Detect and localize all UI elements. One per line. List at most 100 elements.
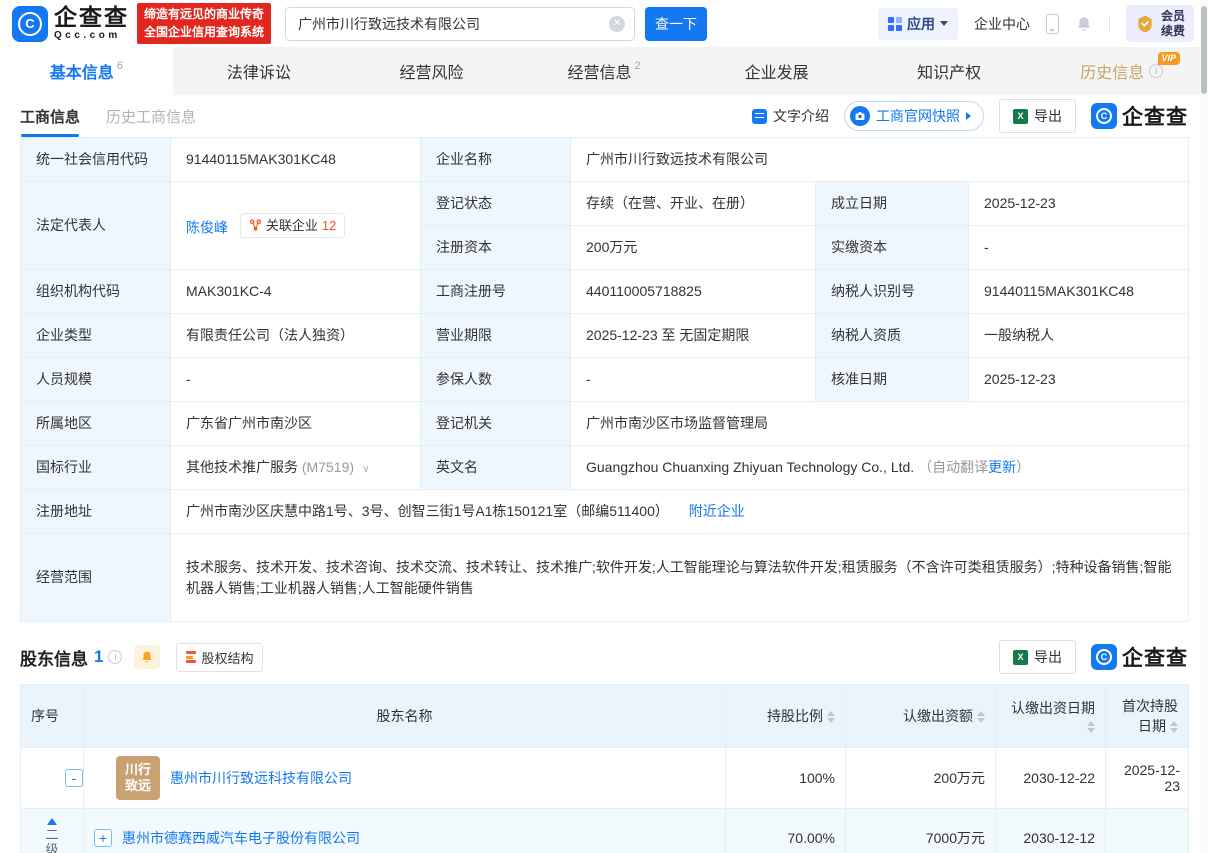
establish-date-label: 成立日期 xyxy=(815,181,969,226)
reg-no-label: 工商注册号 xyxy=(420,269,571,314)
company-type-value: 有限责任公司（法人独资） xyxy=(170,313,421,358)
official-snapshot-button[interactable]: 工商官网快照 xyxy=(844,101,984,131)
translate-update-link[interactable]: 更新 xyxy=(988,459,1016,475)
col-first-hold-date[interactable]: 首次持股日期 xyxy=(1105,684,1189,748)
ratio-cell: 70.00% xyxy=(725,808,846,853)
vip-crown-icon xyxy=(1138,15,1152,32)
active-underline xyxy=(21,133,79,137)
staff-size-value: - xyxy=(170,357,421,402)
sort-icon[interactable] xyxy=(977,711,985,724)
taxpayer-quality-label: 纳税人资质 xyxy=(815,313,969,358)
amount-cell: 7000万元 xyxy=(845,808,996,853)
table-row: 组织机构代码 MAK301KC-4 工商注册号 440110005718825 … xyxy=(20,269,1189,314)
col-subscribed-amount[interactable]: 认缴出资额 xyxy=(845,684,996,748)
scrollbar-thumb[interactable] xyxy=(1201,6,1207,94)
business-scope-label: 经营范围 xyxy=(20,533,171,622)
legal-rep-link[interactable]: 陈俊峰 xyxy=(186,219,228,235)
address-value: 广州市南沙区庆慧中路1号、3号、创智三街1号A1栋150121室（邮编51140… xyxy=(186,503,669,519)
subscribe-date-cell: 2030-12-22 xyxy=(995,747,1106,809)
apps-menu[interactable]: 应用 xyxy=(877,7,958,40)
shareholders-count: 1 xyxy=(94,647,104,666)
subtab-history-business-info[interactable]: 历史工商信息 xyxy=(106,106,196,137)
sort-icon[interactable] xyxy=(1087,721,1095,734)
credit-code-label: 统一社会信用代码 xyxy=(20,137,171,182)
tab-count: 6 xyxy=(116,60,123,72)
chevron-down-icon[interactable]: ∨ xyxy=(362,463,370,475)
related-companies-badge[interactable]: 关联企业 12 xyxy=(239,212,346,239)
expand-toggle[interactable]: + xyxy=(94,828,112,847)
member-renew-button[interactable]: 会员 续费 xyxy=(1125,5,1194,42)
export-button[interactable]: X 导出 xyxy=(999,99,1076,133)
company-name-value: 广州市川行致远技术有限公司 xyxy=(570,137,1189,182)
info-icon[interactable]: i xyxy=(108,650,123,664)
tab-history-info[interactable]: VIP 历史信息 i xyxy=(1035,47,1208,95)
reg-no-value: 440110005718825 xyxy=(570,269,816,314)
col-ratio[interactable]: 持股比例 xyxy=(725,684,846,748)
tab-operation-info[interactable]: 经营信息 2 xyxy=(518,47,691,95)
sub-toolbar: 工商信息 历史工商信息 文字介绍 工商官网快照 X 导出 C 企查查 xyxy=(0,95,1208,137)
subscribe-date-cell: 2030-12-12 xyxy=(995,808,1106,853)
registry-label: 登记机关 xyxy=(420,401,571,446)
ratio-cell: 100% xyxy=(725,747,846,809)
tab-legal-litigation[interactable]: 法律诉讼 xyxy=(173,47,346,95)
qcc-watermark-logo: C 企查查 xyxy=(1091,642,1188,672)
equity-structure-button[interactable]: 股权结构 xyxy=(176,642,264,672)
shareholders-section-header: 股东信息 1 i 股权结构 X 导出 C 企查查 xyxy=(20,636,1188,678)
sort-icon[interactable] xyxy=(1170,721,1178,734)
table-row: 人员规模 - 参保人数 - 核准日期 2025-12-23 xyxy=(20,357,1189,402)
qcc-company-page: C 企查查 Qcc.com 缔造有远见的商业传奇 全国企业信用查询系统 ✕ 查一… xyxy=(0,0,1208,853)
apps-grid-icon xyxy=(887,16,902,31)
slogan-line2: 全国企业信用查询系统 xyxy=(144,24,265,39)
qcc-brand[interactable]: 企查查 Qcc.com xyxy=(54,6,129,41)
nearby-companies-link[interactable]: 附近企业 xyxy=(689,503,745,519)
text-intro-button[interactable]: 文字介绍 xyxy=(752,106,829,126)
taxpayer-quality-value: 一般纳税人 xyxy=(968,313,1189,358)
tab-operation-risk[interactable]: 经营风险 xyxy=(345,47,518,95)
shareholder-name-link[interactable]: 惠州市川行致远科技有限公司 xyxy=(170,768,352,788)
search-input[interactable] xyxy=(285,6,636,41)
collapse-up-icon[interactable] xyxy=(47,818,57,826)
member-renew-label: 会员 续费 xyxy=(1160,9,1185,38)
business-info-table: 统一社会信用代码 91440115MAK301KC48 企业名称 广州市川行致远… xyxy=(20,137,1189,622)
document-icon xyxy=(752,108,767,124)
mobile-app-icon[interactable] xyxy=(1045,13,1059,34)
shareholder-row: - 川行 致远 惠州市川行致远科技有限公司 100% 200万元 2030-12… xyxy=(20,747,1189,809)
org-code-value: MAK301KC-4 xyxy=(170,269,421,314)
shareholder-name-link[interactable]: 惠州市德赛西威汽车电子股份有限公司 xyxy=(122,828,360,848)
shareholder-row: 二级 + 惠州市德赛西威汽车电子股份有限公司 70.00% 7000万元 203… xyxy=(20,808,1189,853)
shareholders-table: 序号 股东名称 持股比例 认缴出资额 认缴出资日期 首次持股日期 - 川行 致远… xyxy=(20,684,1189,853)
qcc-watermark-logo: C 企查查 xyxy=(1091,101,1188,131)
seq-cell: - xyxy=(20,747,84,809)
paid-capital-value: - xyxy=(968,225,1189,270)
col-subscribed-date[interactable]: 认缴出资日期 xyxy=(995,684,1106,748)
tab-count: 2 xyxy=(634,60,641,72)
search-button[interactable]: 查一下 xyxy=(645,6,708,41)
english-name-cell: Guangzhou Chuanxing Zhiyuan Technology C… xyxy=(570,445,1189,490)
company-name-label: 企业名称 xyxy=(420,137,571,182)
table-row: 法定代表人 陈俊峰 关联企业 12 登记状态 存续（在营、开业、在册） 成立日期… xyxy=(20,181,1189,270)
collapse-toggle[interactable]: - xyxy=(65,769,83,787)
page-scrollbar[interactable] xyxy=(1200,0,1208,853)
enterprise-center-link[interactable]: 企业中心 xyxy=(974,14,1030,34)
tab-basic-info[interactable]: 基本信息 6 xyxy=(0,47,173,95)
english-name-label: 英文名 xyxy=(420,445,571,490)
arrow-right-icon xyxy=(966,112,971,120)
camera-icon xyxy=(850,106,870,126)
tab-company-development[interactable]: 企业发展 xyxy=(690,47,863,95)
search-clear-icon[interactable]: ✕ xyxy=(609,15,626,32)
col-shareholder-name: 股东名称 xyxy=(83,684,726,748)
qcc-logo-icon[interactable]: C xyxy=(12,5,48,42)
tab-intellectual-property[interactable]: 知识产权 xyxy=(863,47,1036,95)
reg-status-label: 登记状态 xyxy=(420,181,571,226)
industry-label: 国标行业 xyxy=(20,445,171,490)
export-button[interactable]: X 导出 xyxy=(999,640,1076,674)
industry-code: (M7519) xyxy=(301,459,355,475)
sort-icon[interactable] xyxy=(827,711,835,724)
reg-capital-label: 注册资本 xyxy=(420,225,571,270)
address-label: 注册地址 xyxy=(20,489,171,534)
monitor-bell-icon[interactable] xyxy=(134,645,161,669)
reg-status-value: 存续（在营、开业、在册） xyxy=(570,181,816,226)
notification-bell-icon[interactable] xyxy=(1075,15,1093,33)
excel-icon: X xyxy=(1013,649,1028,665)
subtab-business-info[interactable]: 工商信息 xyxy=(20,106,80,137)
